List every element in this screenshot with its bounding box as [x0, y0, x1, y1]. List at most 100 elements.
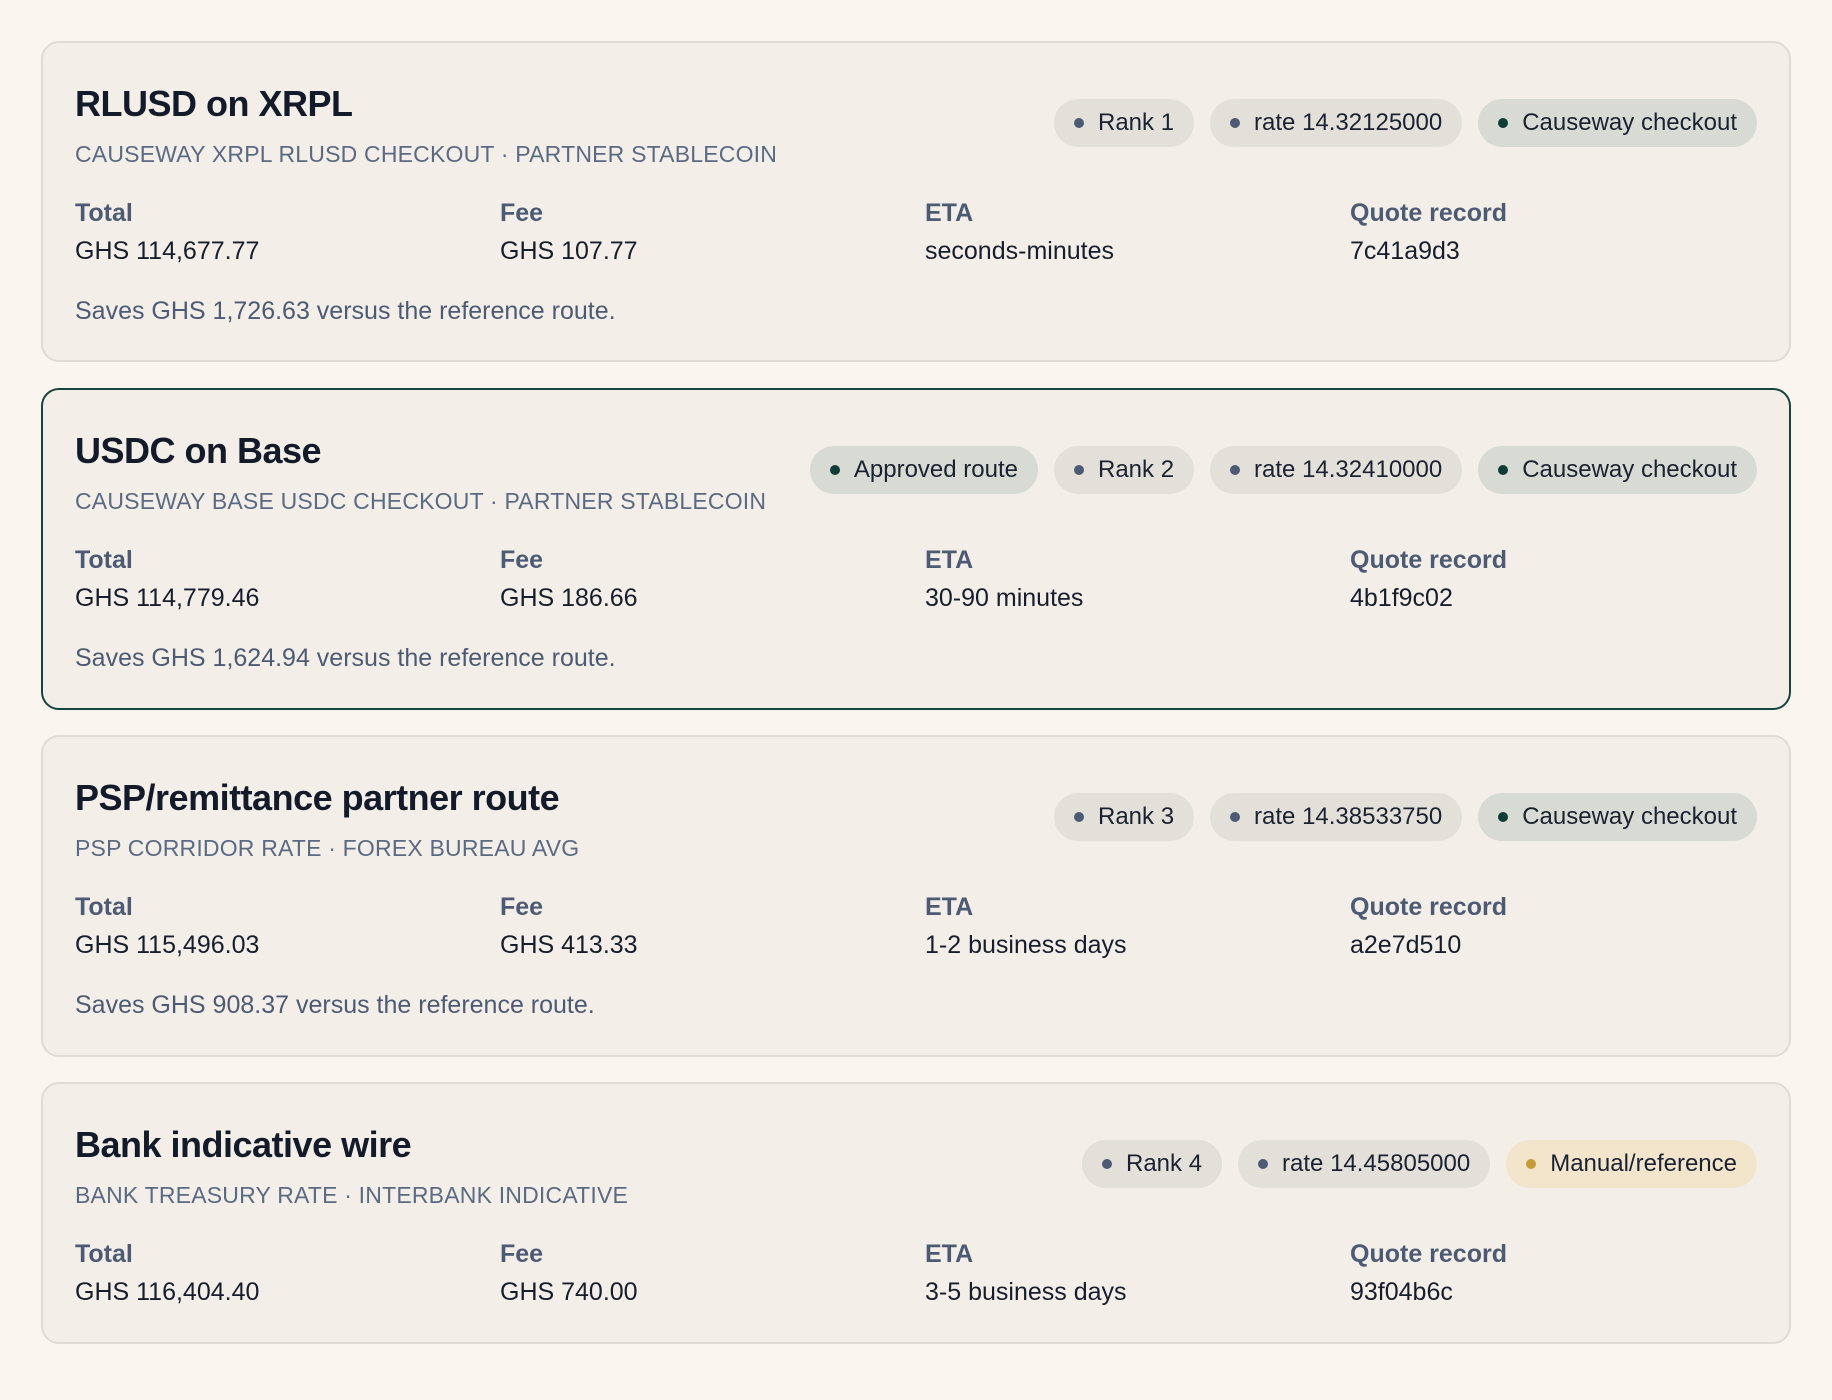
- badge-label: rate 14.32410000: [1254, 456, 1443, 483]
- stat-label: Fee: [500, 893, 544, 921]
- badge-label: Rank 2: [1098, 456, 1175, 483]
- badge-label: Rank 1: [1098, 109, 1175, 136]
- fee-value: GHS 107.77: [500, 237, 638, 265]
- quote-record-stat: Quote record 93f04b6c: [1350, 1240, 1775, 1307]
- rate-badge: rate 14.32410000: [1210, 446, 1463, 494]
- total-stat: Total GHS 116,404.40: [75, 1240, 500, 1307]
- rank-badge: Rank 2: [1054, 446, 1195, 494]
- checkout-badge: Causeway checkout: [1478, 446, 1757, 494]
- stat-label: Total: [75, 1240, 133, 1268]
- quote-record-value: 7c41a9d3: [1350, 237, 1460, 265]
- fee-stat: Fee GHS 107.77: [500, 199, 925, 266]
- eta-value: seconds-minutes: [925, 237, 1114, 265]
- stat-label: ETA: [925, 546, 974, 574]
- badge-label: Causeway checkout: [1522, 803, 1737, 830]
- rank-badge: Rank 4: [1082, 1140, 1223, 1188]
- route-stats: Total GHS 115,496.03 Fee GHS 413.33 ETA 1-2…: [75, 893, 1775, 960]
- route-title: RLUSD on XRPL: [75, 83, 353, 124]
- rank-badge: Rank 1: [1054, 99, 1195, 147]
- quote-record-stat: Quote record 7c41a9d3: [1350, 199, 1775, 266]
- fee-value: GHS 413.33: [500, 931, 638, 959]
- route-title: Bank indicative wire: [75, 1124, 412, 1165]
- savings-note: Saves GHS 1,726.63 versus the reference …: [75, 297, 616, 325]
- route-subtitle: BANK TREASURY RATE · INTERBANK INDICATIV…: [75, 1182, 629, 1208]
- eta-stat: ETA 1-2 business days: [925, 893, 1350, 960]
- status-dot-icon: [1498, 118, 1509, 128]
- stat-label: Quote record: [1350, 199, 1507, 227]
- status-dot-icon: [1074, 812, 1084, 822]
- badge-label: Approved route: [853, 456, 1018, 483]
- status-dot-icon: [1526, 1159, 1537, 1169]
- badge-label: rate 14.45805000: [1282, 1150, 1471, 1177]
- eta-value: 3-5 business days: [925, 1278, 1127, 1306]
- quote-record-stat: Quote record a2e7d510: [1350, 893, 1775, 960]
- savings-note: Saves GHS 908.37 versus the reference ro…: [75, 991, 595, 1019]
- eta-value: 30-90 minutes: [925, 584, 1084, 612]
- quote-record-value: a2e7d510: [1350, 931, 1462, 959]
- route-card[interactable]: RLUSD on XRPL CAUSEWAY XRPL RLUSD CHECKO…: [41, 41, 1791, 362]
- status-dot-icon: [1230, 118, 1241, 128]
- route-card-selected[interactable]: USDC on Base CAUSEWAY BASE USDC CHECKOUT…: [41, 388, 1791, 710]
- status-dot-icon: [1230, 465, 1241, 475]
- stat-label: Quote record: [1350, 1240, 1507, 1268]
- badge-group: Approved route Rank 2 rate 14.32410000 C…: [809, 446, 1757, 494]
- status-dot-icon: [1074, 465, 1084, 475]
- badge-group: Rank 4 rate 14.45805000 Manual/reference: [1082, 1140, 1757, 1188]
- quote-record-value: 4b1f9c02: [1350, 584, 1453, 612]
- status-dot-icon: [829, 465, 840, 475]
- status-dot-icon: [1230, 812, 1241, 822]
- eta-stat: ETA 30-90 minutes: [925, 546, 1350, 613]
- route-subtitle: CAUSEWAY XRPL RLUSD CHECKOUT · PARTNER S…: [75, 141, 778, 167]
- route-card[interactable]: Bank indicative wire BANK TREASURY RATE …: [41, 1082, 1791, 1344]
- route-title: PSP/remittance partner route: [75, 777, 560, 818]
- stat-label: Total: [75, 893, 133, 921]
- badge-label: Rank 4: [1126, 1150, 1203, 1177]
- quote-record-value: 93f04b6c: [1350, 1278, 1453, 1306]
- stat-label: Total: [75, 546, 133, 574]
- total-stat: Total GHS 114,677.77: [75, 199, 500, 266]
- total-stat: Total GHS 115,496.03: [75, 893, 500, 960]
- stat-label: Quote record: [1350, 546, 1507, 574]
- badge-label: rate 14.38533750: [1254, 803, 1443, 830]
- route-list: RLUSD on XRPL CAUSEWAY XRPL RLUSD CHECKO…: [0, 0, 1832, 1400]
- route-subtitle: PSP CORRIDOR RATE · FOREX BUREAU AVG: [75, 835, 580, 861]
- fee-stat: Fee GHS 186.66: [500, 546, 925, 613]
- eta-stat: ETA seconds-minutes: [925, 199, 1350, 266]
- route-stats: Total GHS 114,677.77 Fee GHS 107.77 ETA sec…: [75, 199, 1775, 266]
- savings-note: Saves GHS 1,624.94 versus the reference …: [75, 644, 616, 672]
- rate-badge: rate 14.38533750: [1210, 793, 1463, 841]
- eta-stat: ETA 3-5 business days: [925, 1240, 1350, 1307]
- checkout-badge: Causeway checkout: [1478, 99, 1757, 147]
- fee-value: GHS 186.66: [500, 584, 638, 612]
- status-dot-icon: [1498, 812, 1509, 822]
- stat-label: Quote record: [1350, 893, 1507, 921]
- quote-record-stat: Quote record 4b1f9c02: [1350, 546, 1775, 613]
- stat-label: Fee: [500, 1240, 544, 1268]
- total-value: GHS 115,496.03: [75, 931, 260, 959]
- manual-reference-badge: Manual/reference: [1506, 1140, 1757, 1188]
- checkout-badge: Causeway checkout: [1478, 793, 1757, 841]
- route-card[interactable]: PSP/remittance partner route PSP CORRIDO…: [41, 735, 1791, 1057]
- approved-badge: Approved route: [809, 446, 1038, 494]
- route-subtitle: CAUSEWAY BASE USDC CHECKOUT · PARTNER ST…: [75, 488, 767, 514]
- badge-label: Rank 3: [1098, 803, 1175, 830]
- stat-label: ETA: [925, 893, 974, 921]
- total-value: GHS 116,404.40: [75, 1278, 260, 1306]
- badge-group: Rank 3 rate 14.38533750 Causeway checkou…: [1054, 793, 1757, 841]
- total-value: GHS 114,779.46: [75, 584, 260, 612]
- stat-label: Total: [75, 199, 133, 227]
- badge-label: rate 14.32125000: [1254, 109, 1443, 136]
- status-dot-icon: [1102, 1159, 1112, 1169]
- badge-group: Rank 1 rate 14.32125000 Causeway checkou…: [1054, 99, 1757, 147]
- status-dot-icon: [1498, 465, 1509, 475]
- fee-value: GHS 740.00: [500, 1278, 638, 1306]
- stat-label: Fee: [500, 546, 544, 574]
- rate-badge: rate 14.45805000: [1238, 1140, 1491, 1188]
- route-title: USDC on Base: [75, 430, 322, 471]
- badge-label: Manual/reference: [1550, 1150, 1737, 1177]
- total-value: GHS 114,677.77: [75, 237, 260, 265]
- stat-label: ETA: [925, 199, 974, 227]
- fee-stat: Fee GHS 413.33: [500, 893, 925, 960]
- stat-label: ETA: [925, 1240, 974, 1268]
- stat-label: Fee: [500, 199, 544, 227]
